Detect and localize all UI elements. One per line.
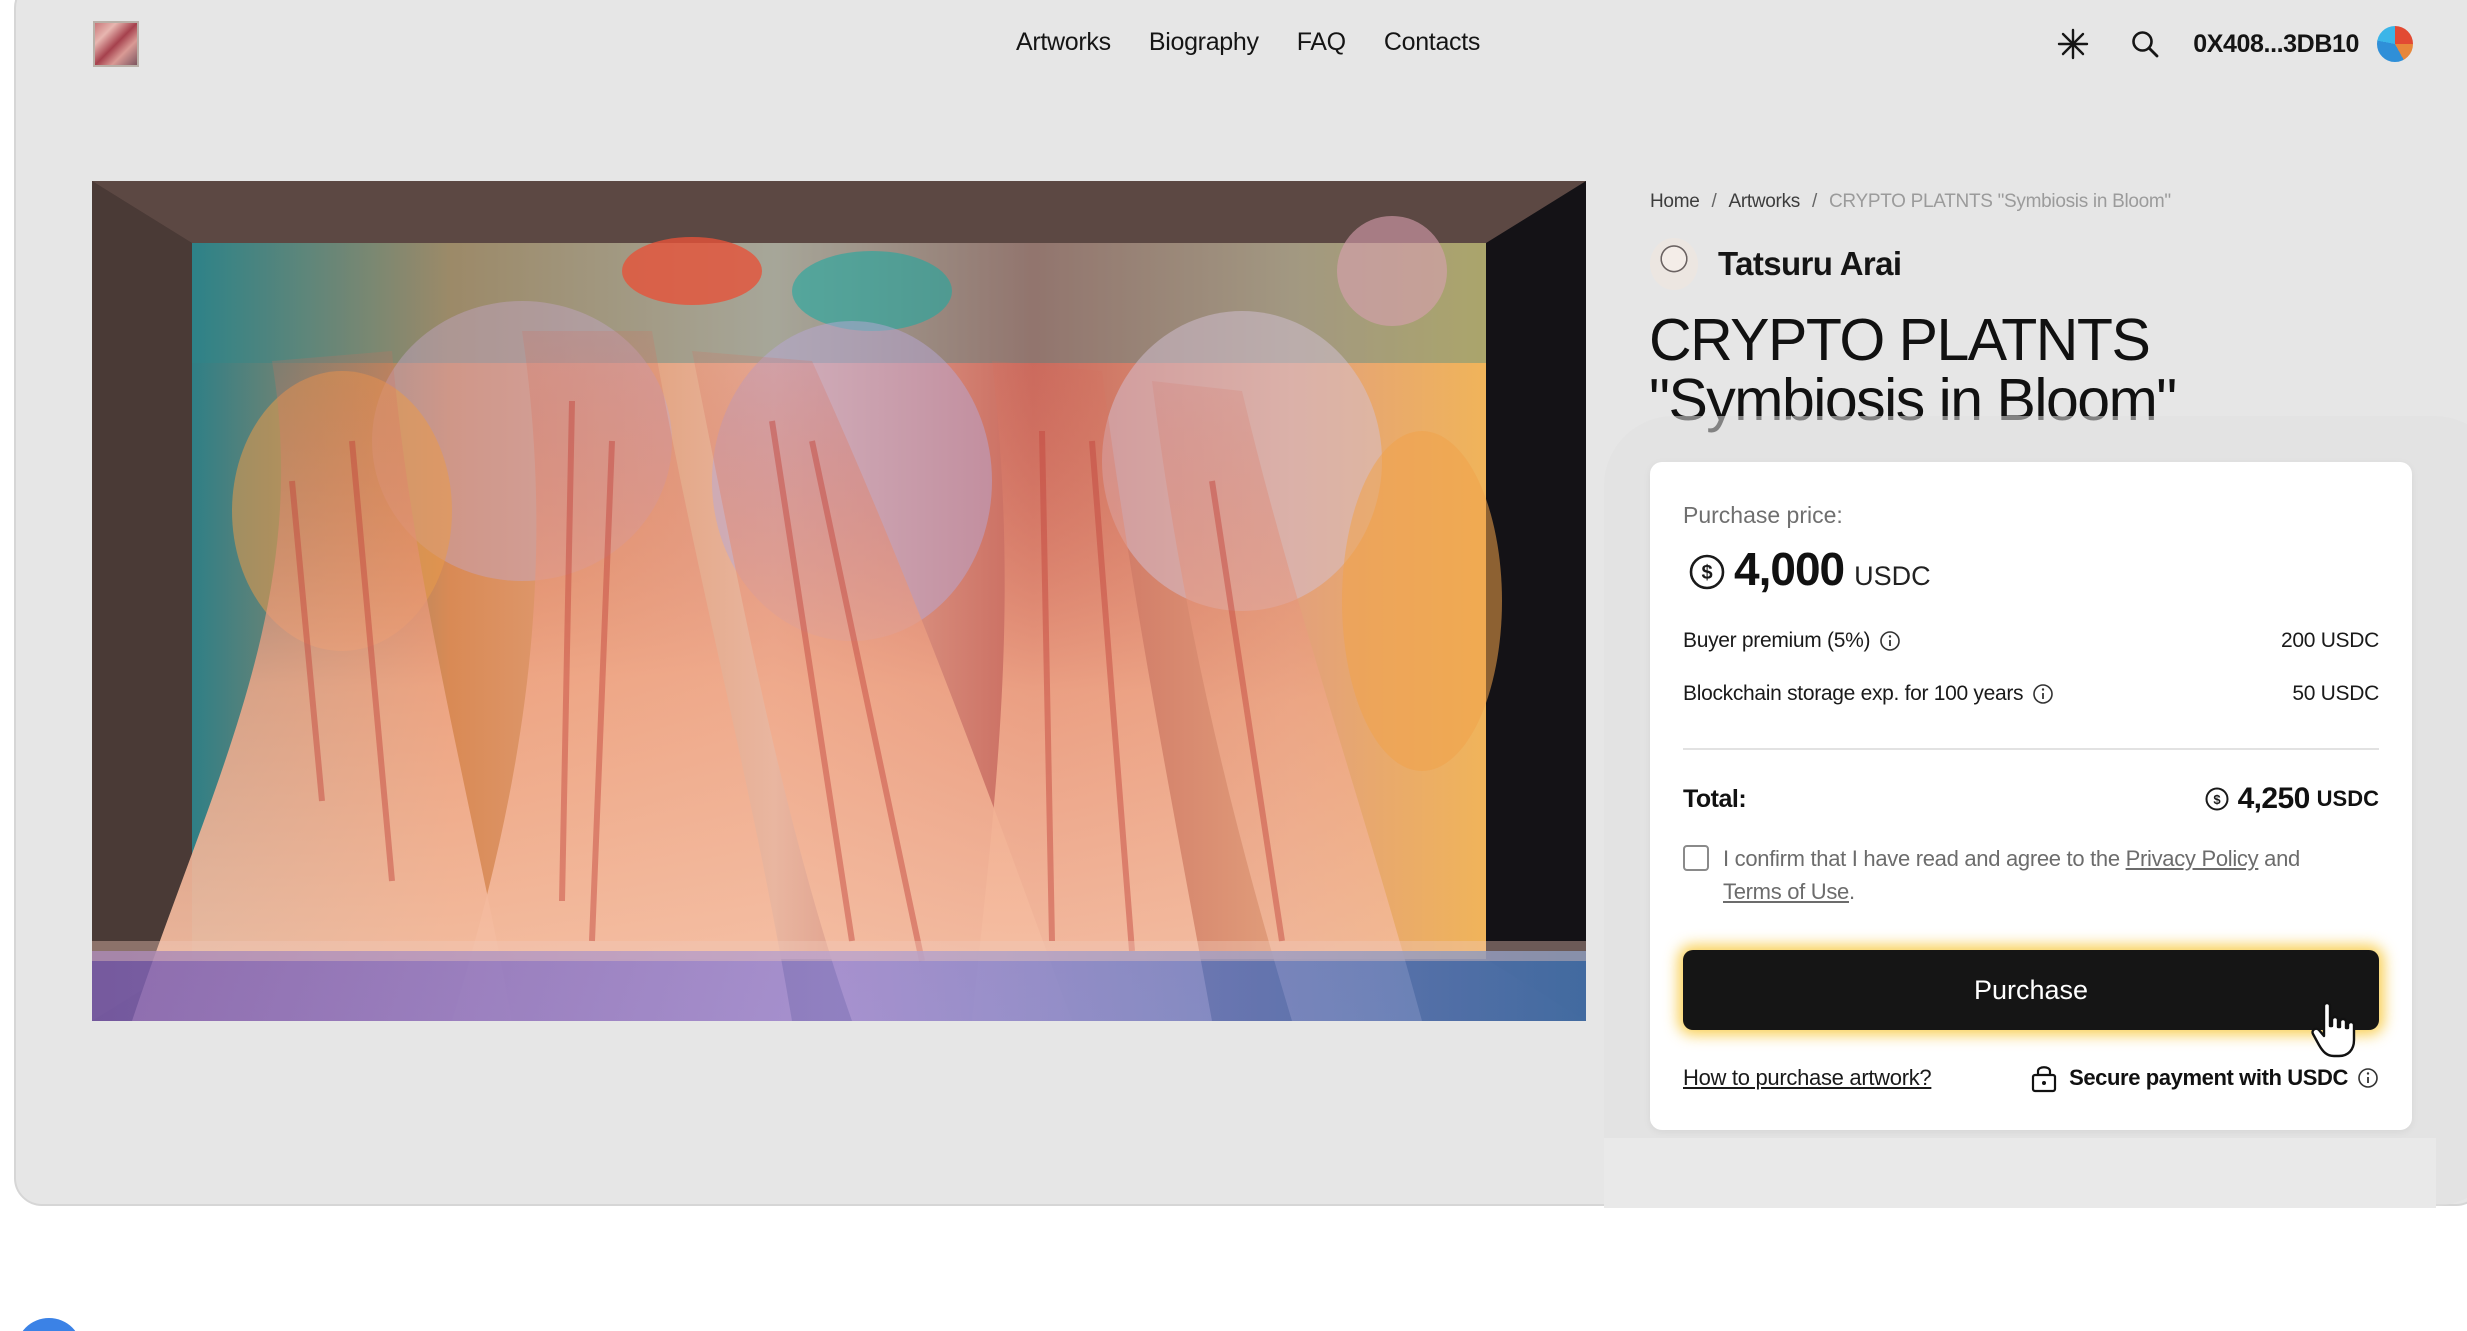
artist-name[interactable]: Tatsuru Arai — [1718, 245, 1902, 283]
card-footer: How to purchase artwork? Secure payment … — [1683, 1063, 2379, 1093]
wallet-avatar[interactable] — [2375, 24, 2415, 64]
storage-fee-value: 50 USDC — [2292, 682, 2379, 705]
breadcrumb-separator: / — [1711, 191, 1717, 212]
breadcrumb-artworks[interactable]: Artworks — [1728, 191, 1800, 213]
terms-of-use-link[interactable]: Terms of Use — [1723, 879, 1849, 904]
breadcrumb-home[interactable]: Home — [1650, 191, 1700, 213]
purchase-button[interactable]: Purchase — [1683, 950, 2379, 1030]
chat-bubble[interactable] — [16, 1318, 82, 1331]
how-to-purchase-link[interactable]: How to purchase artwork? — [1683, 1065, 1932, 1091]
breadcrumb: Home / Artworks / CRYPTO PLATNTS "Symbio… — [1650, 191, 2171, 213]
svg-text:$: $ — [1701, 562, 1712, 584]
consent-row: I confirm that I have read and agree to … — [1683, 842, 2379, 908]
buyer-premium-value: 200 USDC — [2281, 629, 2379, 652]
usdc-coin-icon: $ — [1688, 553, 1726, 591]
hand-cursor-icon — [2310, 1000, 2356, 1058]
wallet-address[interactable]: 0X408...3DB10 — [2193, 30, 2359, 59]
artist-avatar — [1650, 238, 1698, 290]
price-amount: 4,000 — [1734, 543, 1845, 595]
storage-fee-row: Blockchain storage exp. for 100 years 50… — [1683, 682, 2379, 706]
artwork-image — [92, 181, 1586, 1021]
search-icon[interactable] — [2125, 24, 2165, 64]
consent-text: I confirm that I have read and agree to … — [1723, 842, 2300, 908]
info-icon[interactable] — [1879, 630, 1901, 652]
nav-contacts[interactable]: Contacts — [1384, 28, 1481, 57]
main-nav: Artworks Biography FAQ Contacts — [1016, 28, 1480, 57]
nav-artworks[interactable]: Artworks — [1016, 28, 1111, 57]
header-tools: 0X408...3DB10 — [2053, 20, 2415, 68]
artist-link[interactable]: Tatsuru Arai — [1650, 238, 1902, 290]
privacy-policy-link[interactable]: Privacy Policy — [2126, 846, 2259, 871]
terms-checkbox[interactable] — [1683, 845, 1709, 871]
artwork-title: CRYPTO PLATNTS "Symbiosis in Bloom" — [1649, 310, 2409, 430]
total-currency: USDC — [2316, 786, 2379, 811]
secure-payment-label: Secure payment with USDC — [2069, 1065, 2348, 1090]
artwork-title-line1: CRYPTO PLATNTS — [1649, 307, 2151, 373]
lock-icon — [2030, 1063, 2058, 1093]
breadcrumb-current: CRYPTO PLATNTS "Symbiosis in Bloom" — [1828, 191, 2171, 212]
info-icon[interactable] — [2357, 1067, 2379, 1089]
panel-backdrop-bottom — [1604, 1138, 2436, 1208]
purchase-card: Purchase price: $ 4,000 USDC Buyer premi… — [1650, 462, 2412, 1130]
consent-suffix: . — [1848, 879, 1855, 904]
purchase-price: $ 4,000 USDC — [1688, 542, 1931, 596]
price-currency: USDC — [1854, 561, 1931, 591]
consent-and: and — [2258, 846, 2300, 871]
secure-payment: Secure payment with USDC — [2030, 1063, 2379, 1093]
storage-fee-label: Blockchain storage exp. for 100 years — [1683, 682, 2024, 705]
breadcrumb-separator: / — [1811, 191, 1817, 212]
info-icon[interactable] — [2032, 683, 2054, 705]
total-amount: 4,250 — [2237, 782, 2311, 815]
buyer-premium-label: Buyer premium (5%) — [1683, 629, 1871, 652]
purchase-price-label: Purchase price: — [1683, 502, 1843, 528]
divider — [1683, 748, 2379, 750]
total-row: Total: $ 4,250 USDC — [1683, 782, 2379, 816]
nav-biography[interactable]: Biography — [1149, 28, 1259, 57]
usdc-coin-icon: $ — [2204, 786, 2230, 812]
nav-faq[interactable]: FAQ — [1297, 28, 1346, 57]
consent-prefix: I confirm that I have read and agree to … — [1723, 846, 2126, 871]
total-label: Total: — [1683, 784, 1747, 813]
svg-text:$: $ — [2213, 792, 2221, 807]
sun-icon[interactable] — [2053, 24, 2093, 64]
buyer-premium-row: Buyer premium (5%) 200 USDC — [1683, 629, 2379, 653]
site-logo[interactable] — [93, 21, 139, 67]
